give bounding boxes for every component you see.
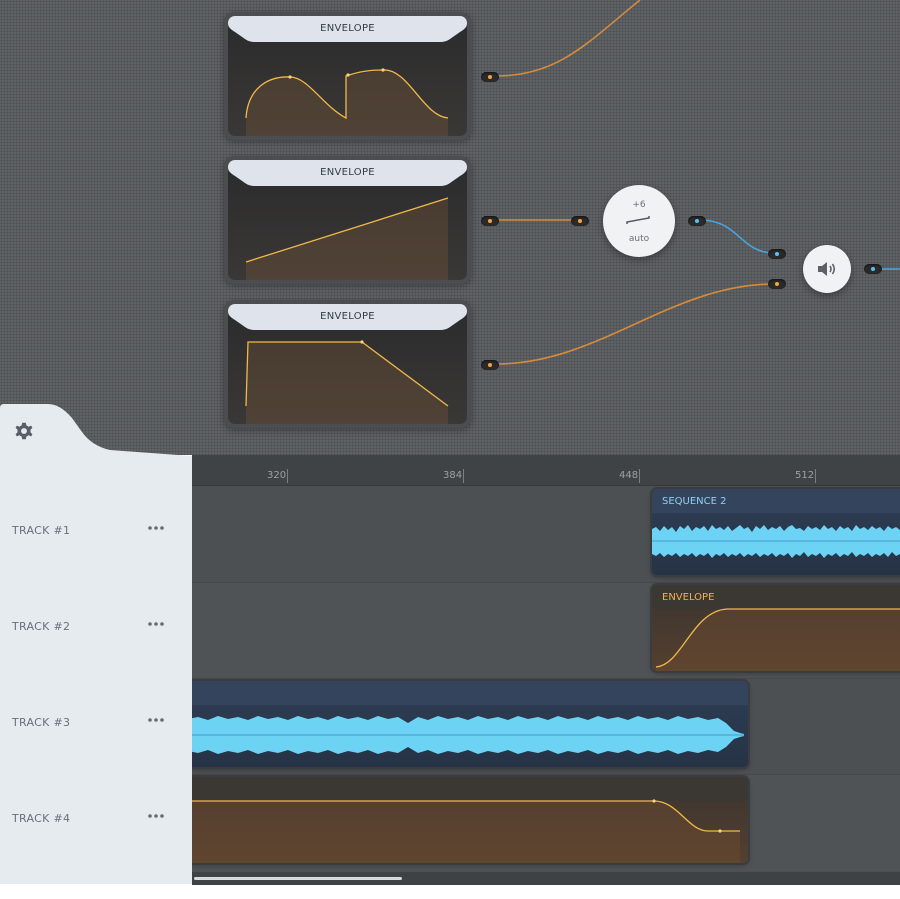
gain-value: +6	[632, 200, 646, 210]
audio-clip[interactable]: SEQUENCE 2	[652, 489, 900, 575]
ruler-tick-label: 512	[795, 470, 815, 481]
audio-waveform	[652, 525, 900, 558]
track-label: TRACK #2	[12, 620, 71, 633]
output-input-port-control[interactable]	[768, 279, 786, 289]
audio-waveform	[188, 716, 744, 754]
gain-ramp-icon	[626, 216, 650, 224]
more-icon[interactable]	[146, 714, 166, 726]
envelope-node-3[interactable]: ENVELOPE	[224, 300, 471, 428]
envelope-clip-curve	[188, 799, 740, 863]
envelope-curve	[245, 197, 449, 280]
ruler-tick-label: 448	[619, 470, 639, 481]
envelope-1-output-port[interactable]	[481, 72, 499, 82]
track-row-1[interactable]: TRACK #1	[0, 484, 192, 580]
timeline-ruler[interactable]: 320 384 448 512	[192, 455, 900, 486]
envelope-curve	[245, 340, 449, 424]
envelope-3-output-port[interactable]	[481, 360, 499, 370]
envelope-2-output-port[interactable]	[481, 216, 499, 226]
more-icon[interactable]	[146, 618, 166, 630]
more-icon[interactable]	[146, 810, 166, 822]
envelope-clip-curve	[655, 608, 900, 671]
output-node[interactable]	[803, 245, 851, 293]
speaker-icon	[818, 262, 836, 276]
envelope-node-1[interactable]: ENVELOPE	[224, 12, 471, 140]
wire-gain-output	[702, 219, 776, 254]
ruler-tick-label: 320	[267, 470, 287, 481]
output-output-port[interactable]	[864, 264, 882, 274]
gear-icon[interactable]	[13, 420, 35, 442]
ruler-tick	[287, 469, 288, 483]
node-graph-canvas[interactable]: ENVELOPE ENVELOPE ENVELOPE +6 auto	[0, 0, 900, 455]
gain-node[interactable]: +6 auto	[603, 185, 675, 257]
audio-clip[interactable]	[188, 681, 748, 767]
horizontal-scrollbar[interactable]	[192, 872, 900, 885]
ruler-tick	[639, 469, 640, 483]
wire-env3-output	[495, 283, 776, 365]
envelope-node-2[interactable]: ENVELOPE	[224, 156, 471, 284]
timeline[interactable]: 320 384 448 512 SEQUENCE 2 ENVELOPE	[188, 455, 900, 885]
ruler-tick	[463, 469, 464, 483]
clip-title: SEQUENCE 2	[662, 496, 727, 507]
ruler-tick-label: 384	[443, 470, 463, 481]
envelope-clip[interactable]: ENVELOPE	[652, 585, 900, 671]
envelope-curve	[245, 68, 449, 136]
track-row-3[interactable]: TRACK #3	[0, 676, 192, 772]
track-label: TRACK #4	[12, 812, 71, 825]
scrollbar-thumb[interactable]	[194, 877, 402, 880]
track-row-4[interactable]: TRACK #4	[0, 772, 192, 868]
track-list-panel: TRACK #1 TRACK #2 TRACK #3 TRACK #4	[0, 456, 192, 884]
envelope-clip[interactable]	[188, 777, 748, 863]
track-label: TRACK #1	[12, 524, 71, 537]
gain-input-port[interactable]	[571, 216, 589, 226]
wire-env1-out	[495, 0, 641, 77]
gain-output-port[interactable]	[688, 216, 706, 226]
clip-header	[188, 681, 748, 705]
more-icon[interactable]	[146, 522, 166, 534]
track-row-2[interactable]: TRACK #2	[0, 580, 192, 676]
output-input-port-audio[interactable]	[768, 249, 786, 259]
ruler-tick	[815, 469, 816, 483]
track-label: TRACK #3	[12, 716, 71, 729]
gain-mode: auto	[628, 234, 650, 244]
